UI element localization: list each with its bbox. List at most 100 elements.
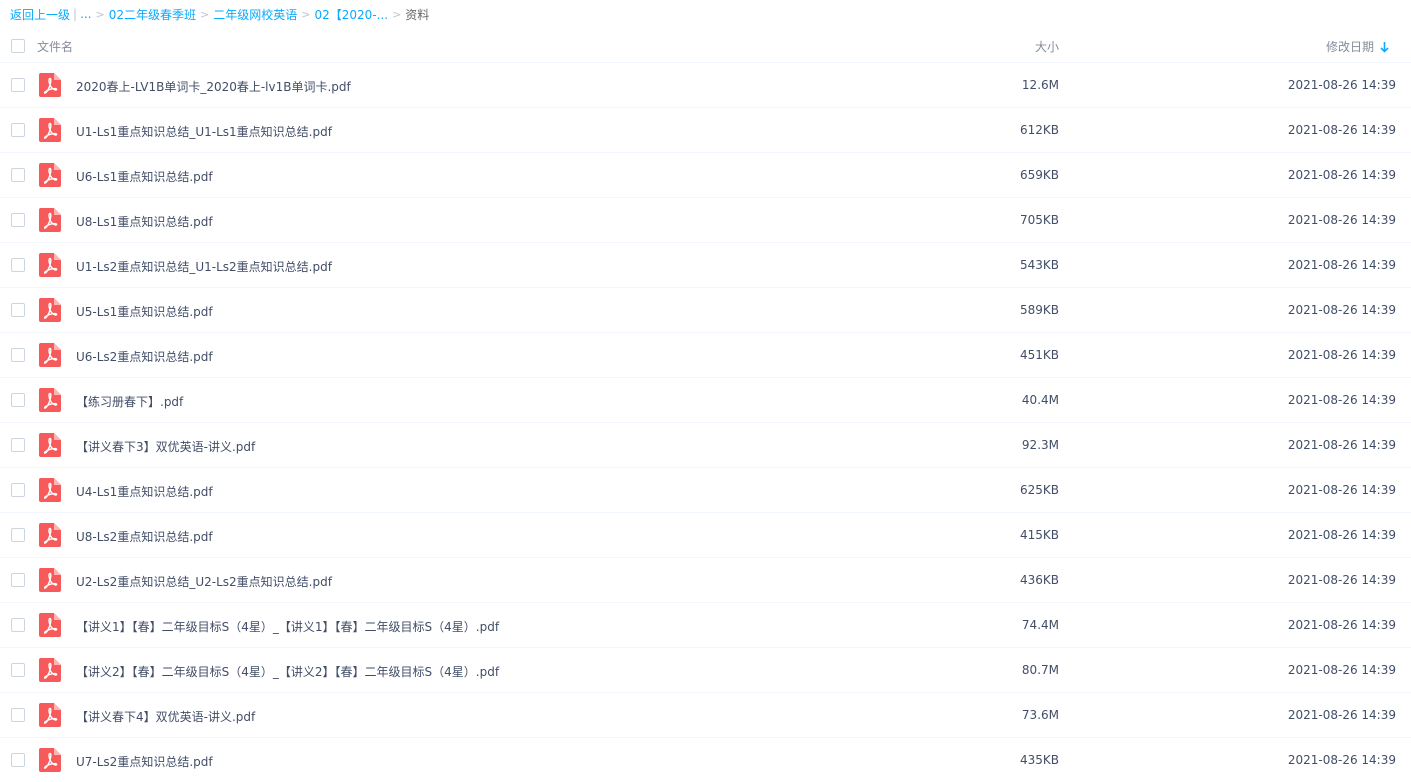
file-name[interactable]: 2020春上-LV1B单词卡_2020春上-lv1B单词卡.pdf [76,78,351,95]
breadcrumb-ellipsis[interactable]: ... [80,7,91,21]
row-checkbox[interactable] [11,753,25,767]
file-size: 589KB [1019,303,1059,317]
column-header-size[interactable]: 大小 [1035,38,1059,55]
file-size: 659KB [1019,168,1059,182]
select-all-checkbox[interactable] [11,39,25,53]
row-checkbox[interactable] [11,213,25,227]
column-header-date-label: 修改日期 [1325,40,1374,54]
chevron-right-icon: > [392,7,402,21]
file-name[interactable]: 【练习册春下】.pdf [76,393,183,410]
arrow-down-icon [1380,41,1389,53]
file-date: 2021-08-26 14:39 [1287,213,1396,227]
row-checkbox[interactable] [11,303,25,317]
pdf-file-icon [39,433,61,457]
file-name[interactable]: U8-Ls1重点知识总结.pdf [76,213,213,230]
back-link[interactable]: 返回上一级 [10,6,70,23]
file-date: 2021-08-26 14:39 [1287,258,1396,272]
file-name[interactable]: U1-Ls2重点知识总结_U1-Ls2重点知识总结.pdf [76,258,332,275]
file-row[interactable]: U4-Ls1重点知识总结.pdf 625KB 2021-08-26 14:39 [0,468,1411,513]
file-size: 74.4M [1021,618,1059,632]
file-date: 2021-08-26 14:39 [1287,528,1396,542]
file-size: 435KB [1019,753,1059,767]
file-date: 2021-08-26 14:39 [1287,123,1396,137]
file-date: 2021-08-26 14:39 [1287,438,1396,452]
row-checkbox[interactable] [11,348,25,362]
row-checkbox[interactable] [11,393,25,407]
file-name[interactable]: U7-Ls2重点知识总结.pdf [76,753,213,770]
row-checkbox[interactable] [11,78,25,92]
file-name[interactable]: U2-Ls2重点知识总结_U2-Ls2重点知识总结.pdf [76,573,332,590]
file-row[interactable]: 【讲义春下3】双优英语-讲义.pdf 92.3M 2021-08-26 14:3… [0,423,1411,468]
pdf-file-icon [39,478,61,502]
file-row[interactable]: 【讲义2】【春】二年级目标S（4星）_【讲义2】【春】二年级目标S（4星）.pd… [0,648,1411,693]
column-header-date[interactable]: 修改日期 [1326,38,1389,55]
row-checkbox[interactable] [11,123,25,137]
file-name[interactable]: U1-Ls1重点知识总结_U1-Ls1重点知识总结.pdf [76,123,332,140]
chevron-right-icon: > [95,7,105,21]
file-row[interactable]: 【练习册春下】.pdf 40.4M 2021-08-26 14:39 [0,378,1411,423]
file-row[interactable]: 【讲义1】【春】二年级目标S（4星）_【讲义1】【春】二年级目标S（4星）.pd… [0,603,1411,648]
file-list: 2020春上-LV1B单词卡_2020春上-lv1B单词卡.pdf 12.6M … [0,63,1411,782]
row-checkbox[interactable] [11,663,25,677]
row-checkbox[interactable] [11,168,25,182]
pdf-file-icon [39,343,61,367]
file-row[interactable]: 【讲义春下4】双优英语-讲义.pdf 73.6M 2021-08-26 14:3… [0,693,1411,738]
file-date: 2021-08-26 14:39 [1287,303,1396,317]
file-name[interactable]: 【讲义春下3】双优英语-讲义.pdf [76,438,255,455]
pdf-file-icon [39,388,61,412]
pdf-file-icon [39,613,61,637]
file-name[interactable]: U4-Ls1重点知识总结.pdf [76,483,213,500]
file-size: 80.7M [1021,663,1059,677]
row-checkbox[interactable] [11,438,25,452]
pdf-file-icon [39,253,61,277]
column-header-name[interactable]: 文件名 [37,38,73,55]
file-row[interactable]: U6-Ls1重点知识总结.pdf 659KB 2021-08-26 14:39 [0,153,1411,198]
breadcrumb-item-2020[interactable]: 02【2020-... [314,6,388,23]
file-name[interactable]: 【讲义2】【春】二年级目标S（4星）_【讲义2】【春】二年级目标S（4星）.pd… [76,663,499,680]
pdf-file-icon [39,748,61,772]
row-checkbox[interactable] [11,483,25,497]
file-name[interactable]: U6-Ls1重点知识总结.pdf [76,168,213,185]
breadcrumb: 返回上一级 | ... > 02二年级春季班 > 二年级网校英语 > 02【20… [10,6,429,22]
file-row[interactable]: U1-Ls1重点知识总结_U1-Ls1重点知识总结.pdf 612KB 2021… [0,108,1411,153]
file-name[interactable]: 【讲义1】【春】二年级目标S（4星）_【讲义1】【春】二年级目标S（4星）.pd… [76,618,499,635]
file-date: 2021-08-26 14:39 [1287,78,1396,92]
breadcrumb-divider: | [73,7,78,21]
row-checkbox[interactable] [11,618,25,632]
file-row[interactable]: U6-Ls2重点知识总结.pdf 451KB 2021-08-26 14:39 [0,333,1411,378]
file-name[interactable]: U8-Ls2重点知识总结.pdf [76,528,213,545]
file-size: 625KB [1019,483,1059,497]
file-row[interactable]: U8-Ls2重点知识总结.pdf 415KB 2021-08-26 14:39 [0,513,1411,558]
row-checkbox[interactable] [11,258,25,272]
pdf-file-icon [39,208,61,232]
breadcrumb-item-spring-class[interactable]: 02二年级春季班 [109,6,196,23]
file-row[interactable]: 2020春上-LV1B单词卡_2020春上-lv1B单词卡.pdf 12.6M … [0,63,1411,108]
row-checkbox[interactable] [11,708,25,722]
breadcrumb-item-english[interactable]: 二年级网校英语 [213,6,297,23]
file-date: 2021-08-26 14:39 [1287,168,1396,182]
file-name[interactable]: 【讲义春下4】双优英语-讲义.pdf [76,708,255,725]
pdf-file-icon [39,523,61,547]
file-row[interactable]: U5-Ls1重点知识总结.pdf 589KB 2021-08-26 14:39 [0,288,1411,333]
file-row[interactable]: U2-Ls2重点知识总结_U2-Ls2重点知识总结.pdf 436KB 2021… [0,558,1411,603]
file-date: 2021-08-26 14:39 [1287,573,1396,587]
file-size: 40.4M [1021,393,1059,407]
file-size: 705KB [1019,213,1059,227]
file-date: 2021-08-26 14:39 [1287,663,1396,677]
pdf-file-icon [39,298,61,322]
file-row[interactable]: U8-Ls1重点知识总结.pdf 705KB 2021-08-26 14:39 [0,198,1411,243]
row-checkbox[interactable] [11,528,25,542]
file-date: 2021-08-26 14:39 [1287,753,1396,767]
file-name[interactable]: U6-Ls2重点知识总结.pdf [76,348,213,365]
pdf-file-icon [39,703,61,727]
file-size: 451KB [1019,348,1059,362]
breadcrumb-current: 资料 [405,7,430,22]
row-checkbox[interactable] [11,573,25,587]
file-name[interactable]: U5-Ls1重点知识总结.pdf [76,303,213,320]
file-size: 92.3M [1021,438,1059,452]
file-row[interactable]: U1-Ls2重点知识总结_U1-Ls2重点知识总结.pdf 543KB 2021… [0,243,1411,288]
file-row[interactable]: U7-Ls2重点知识总结.pdf 435KB 2021-08-26 14:39 [0,738,1411,782]
list-header: 文件名 大小 修改日期 [0,29,1411,63]
file-size: 415KB [1019,528,1059,542]
file-date: 2021-08-26 14:39 [1287,483,1396,497]
